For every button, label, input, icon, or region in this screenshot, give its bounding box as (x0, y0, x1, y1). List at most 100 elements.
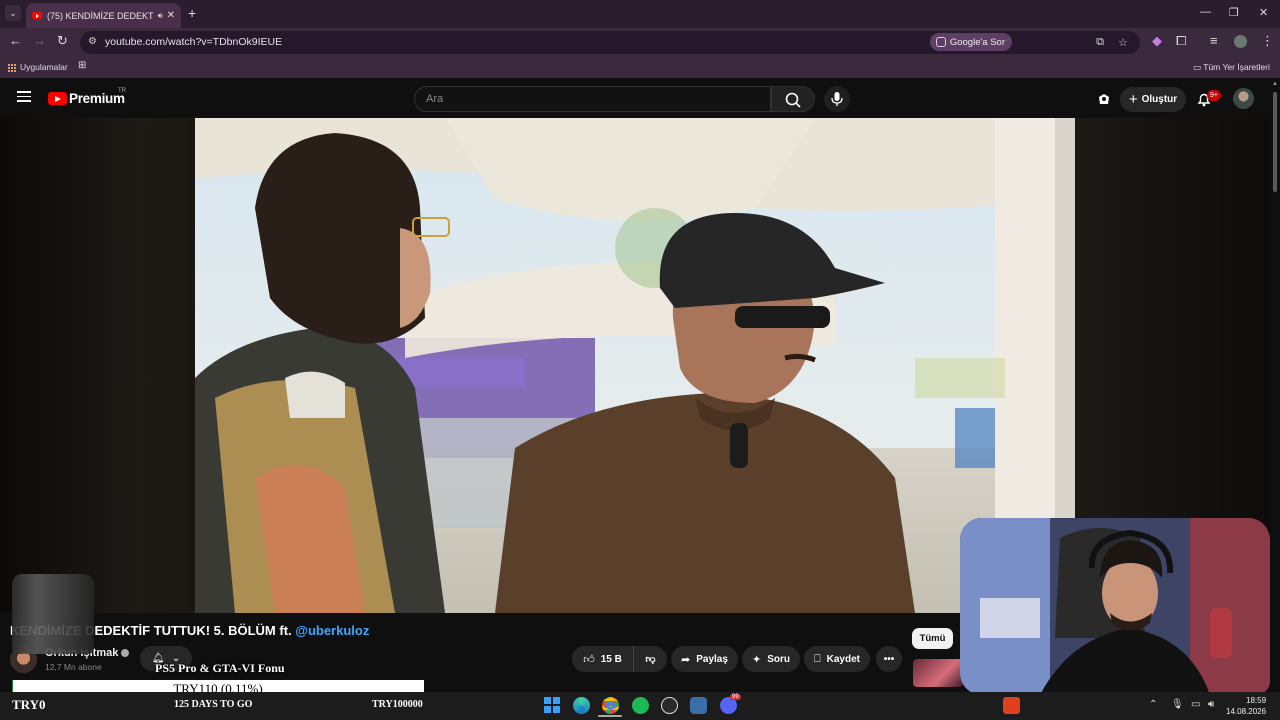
scroll-up-icon[interactable]: ▲ (1272, 81, 1278, 87)
premium-gift-icon[interactable] (1096, 91, 1112, 107)
ask-button[interactable]: ✦ Soru (742, 646, 800, 672)
tab-search-button[interactable]: ⌄ (5, 5, 21, 21)
page-scrollbar[interactable]: ▲ (1270, 78, 1280, 720)
donation-countdown: 125 DAYS TO GO (174, 699, 253, 710)
windows-start-icon[interactable] (544, 697, 560, 713)
folder-icon: ▭ (1193, 62, 1202, 72)
tray-mic-icon[interactable]: 🎙︎ (1171, 699, 1184, 710)
search-placeholder: Ara (426, 93, 444, 105)
windows-taskbar: TRY0 125 DAYS TO GO TRY100000 99 ⌃ 🎙︎ ▭ … (0, 692, 1280, 720)
bookmark-star-icon[interactable]: ☆ (1118, 36, 1128, 49)
microphone-icon (831, 92, 843, 106)
search-input[interactable]: Ara (414, 86, 771, 112)
close-window-button[interactable]: ✕ (1259, 6, 1268, 19)
minimize-button[interactable]: — (1200, 6, 1211, 18)
account-avatar[interactable] (1233, 88, 1254, 109)
streamer-webcam (960, 518, 1270, 695)
profile-avatar[interactable] (1234, 35, 1247, 48)
network-icon[interactable]: ▭ (1191, 699, 1200, 710)
new-tab-button[interactable]: + (188, 5, 196, 21)
youtube-play-icon (48, 92, 67, 105)
video-player[interactable] (195, 118, 1075, 613)
youtube-favicon-icon (32, 12, 42, 19)
steam-icon[interactable] (690, 697, 707, 714)
lens-icon (935, 37, 946, 47)
volume-icon[interactable]: 🔊︎ (1208, 699, 1214, 710)
thumbs-up-icon: 👍︎ (583, 653, 595, 666)
tab-title: (75) KENDİMİZE DEDEKTİF TUTTUK! 5. BÖLÜM… (47, 10, 154, 21)
plus-icon: + (1128, 91, 1138, 108)
tab-groups-icon[interactable]: ⊞ (78, 60, 86, 71)
all-bookmarks-button[interactable]: ▭ Tüm Yer İşaretleri (1193, 62, 1270, 73)
webcam-scene (960, 518, 1270, 695)
logo-text: Premium (69, 91, 125, 106)
restore-button[interactable]: ❐ (1229, 6, 1239, 19)
active-app-indicator (598, 715, 622, 717)
scrollbar-thumb[interactable] (1273, 92, 1277, 192)
clock-time: 18:59 (1246, 696, 1267, 705)
forward-icon[interactable]: → (33, 33, 46, 48)
menu-icon[interactable] (17, 91, 31, 102)
tray-expand-icon[interactable]: ⌃ (1149, 699, 1157, 710)
recommended-video-thumbnail[interactable] (913, 659, 963, 687)
chrome-icon[interactable] (602, 697, 619, 714)
create-button[interactable]: + Oluştur (1120, 87, 1186, 112)
region-code: TR (118, 88, 126, 94)
tray-app-icon[interactable] (1003, 697, 1020, 714)
ask-google-button[interactable]: Google'a Sor (929, 33, 1012, 51)
ambient-left (0, 118, 195, 613)
apps-bookmark[interactable]: Uygulamalar (8, 62, 68, 72)
menu-dots-icon[interactable]: ⋮ (1261, 33, 1274, 49)
taskbar-clock[interactable]: 18:59 14.08.2026 (1226, 695, 1266, 717)
address-bar[interactable]: ⚙ youtube.com/watch?v=TDbnOk9IEUE Google… (80, 31, 1140, 54)
more-dots-icon: ••• (883, 653, 895, 665)
notification-badge: 9+ (1207, 90, 1221, 101)
drinking-glass-image (12, 574, 94, 654)
save-label: Kaydet (826, 653, 860, 665)
video-title-mention-link[interactable]: @uberkuloz (295, 623, 369, 638)
edge-icon[interactable] (573, 697, 590, 714)
url-text[interactable]: youtube.com/watch?v=TDbnOk9IEUE (105, 36, 282, 48)
filter-chip-all[interactable]: Tümü (912, 628, 953, 649)
speaker-icon[interactable]: 🔊︎ (158, 11, 163, 21)
share-button[interactable]: ➦ Paylaş (671, 646, 738, 672)
back-icon[interactable]: ← (9, 33, 22, 48)
apps-grid-icon (8, 63, 16, 72)
bookmarks-bar: Uygulamalar ⊞ ▭ Tüm Yer İşaretleri (0, 56, 1280, 78)
app-icon[interactable] (661, 697, 678, 714)
youtube-logo[interactable]: Premium TR (48, 88, 126, 106)
youtube-page: Premium TR Ara + Oluştur 9+ ▲ KENDİMİZE … (0, 78, 1280, 720)
share-label: Paylaş (696, 653, 728, 665)
donation-goal-title: PS5 Pro & GTA-VI Fonu (155, 661, 285, 675)
site-info-icon[interactable]: ⚙ (88, 36, 97, 47)
ask-label: Soru (767, 653, 790, 665)
tab-close-icon[interactable]: ✕ (167, 10, 175, 21)
search-button[interactable] (771, 86, 815, 112)
verified-icon (121, 649, 130, 658)
bookmark-icon: ⎕ (814, 652, 821, 665)
more-actions-button[interactable]: ••• (876, 646, 902, 672)
clock-date: 14.08.2026 (1226, 707, 1267, 716)
save-button[interactable]: ⎕ Kaydet (804, 646, 870, 672)
like-count: 15 B (600, 653, 622, 665)
create-label: Oluştur (1141, 94, 1178, 105)
discord-badge: 99 (730, 694, 741, 700)
spotify-icon[interactable] (632, 697, 649, 714)
dislike-button[interactable]: 👎︎ (634, 646, 667, 672)
donation-current-amount: TRY0 (12, 697, 46, 712)
like-dislike-group: 👍︎ 15 B 👎︎ (572, 646, 667, 672)
reading-list-icon[interactable]: ≡ (1210, 33, 1218, 48)
tab-youtube-video[interactable]: (75) KENDİMİZE DEDEKTİF TUTTUK! 5. BÖLÜM… (26, 3, 181, 28)
extensions-puzzle-icon[interactable]: ⧠ (1176, 33, 1186, 49)
subscriber-count: 12,7 Mn abone (45, 662, 102, 672)
reload-icon[interactable]: ↻ (57, 33, 68, 49)
voice-search-button[interactable] (824, 86, 850, 112)
apps-label: Uygulamalar (20, 62, 68, 72)
install-icon[interactable]: ⧉ (1096, 36, 1104, 49)
video-frame (195, 118, 1075, 613)
extension-icon[interactable]: ◆ (1152, 33, 1162, 49)
like-button[interactable]: 👍︎ 15 B (572, 646, 634, 672)
ask-google-label: Google'a Sor (949, 36, 1005, 48)
browser-toolbar: ← → ↻ ⚙ youtube.com/watch?v=TDbnOk9IEUE … (0, 28, 1280, 56)
search-icon (785, 92, 801, 108)
